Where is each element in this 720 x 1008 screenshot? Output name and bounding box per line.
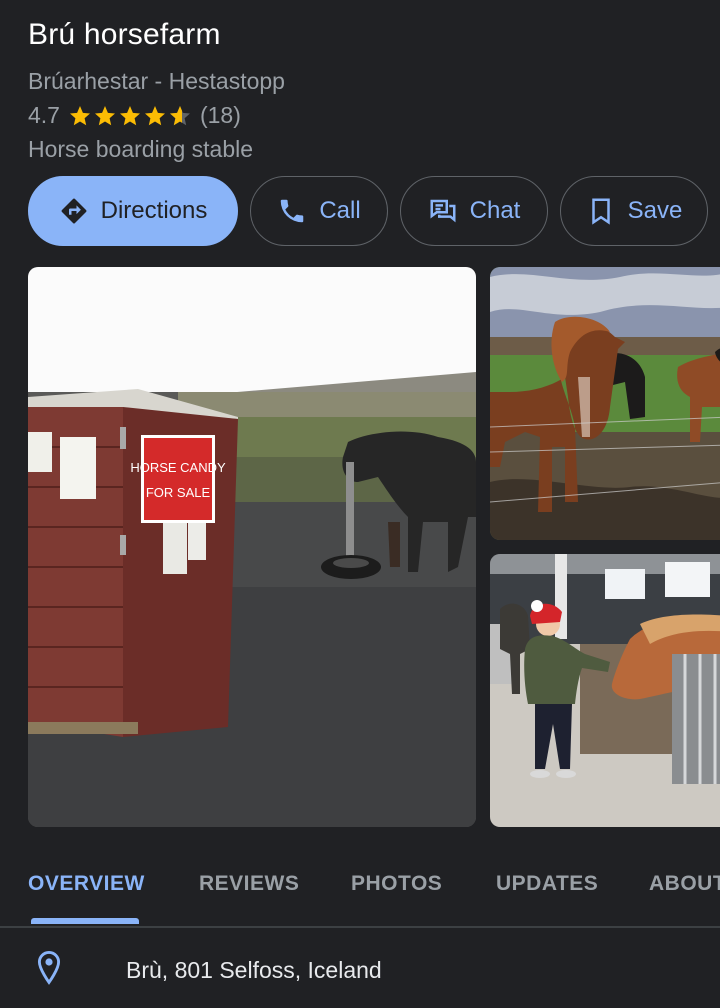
call-label: Call bbox=[319, 197, 361, 224]
directions-icon bbox=[61, 198, 87, 224]
photo-horses-at-fence[interactable] bbox=[490, 267, 720, 540]
rating-row[interactable]: 4.7 (18) bbox=[28, 102, 241, 129]
place-title: Brú horsefarm bbox=[28, 18, 221, 51]
address-row[interactable]: Brù, 801 Selfoss, Iceland bbox=[0, 928, 720, 1008]
tab-photos[interactable]: PHOTOS bbox=[351, 872, 442, 896]
star-icon bbox=[69, 105, 90, 125]
tab-about[interactable]: ABOUT bbox=[649, 872, 720, 896]
location-pin-icon bbox=[37, 950, 61, 985]
chat-label: Chat bbox=[469, 197, 521, 224]
photo-gallery: HORSE CANDY FOR SALE bbox=[28, 267, 720, 827]
rating-value: 4.7 bbox=[28, 102, 60, 128]
sign-text-line2: FOR SALE bbox=[146, 485, 211, 500]
chat-icon bbox=[430, 199, 456, 223]
place-category[interactable]: Horse boarding stable bbox=[28, 136, 253, 163]
chat-button[interactable]: Chat bbox=[400, 176, 548, 246]
star-icon bbox=[94, 105, 115, 125]
star-rating bbox=[68, 104, 192, 128]
bookmark-icon bbox=[591, 198, 610, 225]
phone-icon bbox=[281, 199, 304, 223]
action-chips: Directions Call Chat Save bbox=[28, 176, 720, 246]
save-label: Save bbox=[627, 197, 683, 224]
horses-fence-image bbox=[490, 267, 720, 540]
place-alt-name: Brúarhestar - Hestastopp bbox=[28, 68, 285, 94]
half-star-icon bbox=[169, 105, 190, 125]
place-tabs: OVERVIEW REVIEWS PHOTOS UPDATES ABOUT bbox=[0, 860, 720, 926]
directions-label: Directions bbox=[100, 197, 208, 224]
star-icon bbox=[144, 105, 165, 125]
active-tab-indicator bbox=[31, 918, 139, 924]
directions-button[interactable]: Directions bbox=[28, 176, 238, 246]
shed-photo-image: HORSE CANDY FOR SALE bbox=[28, 267, 476, 827]
photo-horse-candy-shed[interactable]: HORSE CANDY FOR SALE bbox=[28, 267, 476, 827]
sign-text-line1: HORSE CANDY bbox=[130, 460, 226, 475]
tab-overview[interactable]: OVERVIEW bbox=[28, 872, 145, 896]
call-button[interactable]: Call bbox=[250, 176, 388, 246]
photo-child-feeding-horse[interactable] bbox=[490, 554, 720, 827]
address-text: Brù, 801 Selfoss, Iceland bbox=[126, 957, 382, 983]
save-button[interactable]: Save bbox=[560, 176, 708, 246]
star-icon bbox=[119, 105, 140, 125]
child-horse-image bbox=[490, 554, 720, 827]
review-count: (18) bbox=[199, 102, 241, 128]
tab-updates[interactable]: UPDATES bbox=[496, 872, 598, 896]
tab-reviews[interactable]: REVIEWS bbox=[199, 872, 299, 896]
